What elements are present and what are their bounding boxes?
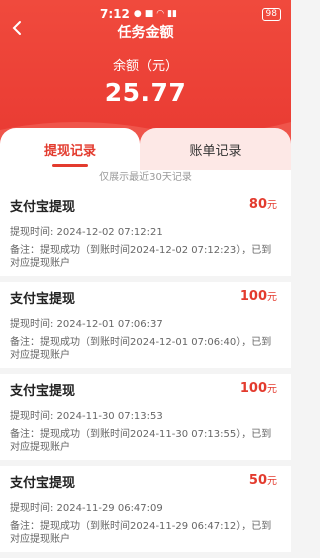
page-title: 任务金额 — [117, 25, 174, 41]
record-amount: 80元 — [248, 197, 277, 212]
notice-text: 仅展示最近30天记录 — [0, 170, 291, 190]
tab-label: 账单记录 — [189, 143, 242, 159]
battery-indicator: 98 — [261, 7, 281, 21]
record-note: 备注：提现成功（到账时间2024-12-02 07:12:23），已到对应提现账… — [10, 245, 272, 269]
record-title: 支付宝提现 — [10, 476, 76, 491]
record-note: 备注：提现成功（到账时间2024-12-01 07:06:40），已到对应提现账… — [10, 337, 272, 361]
app-icon: ■ — [144, 9, 154, 19]
list-item[interactable]: 支付宝提现 80元 提现时间: 2024-12-02 07:12:21 备注：提… — [0, 190, 291, 276]
balance-label: 余额（元） — [112, 59, 178, 74]
record-amount: 100元 — [239, 289, 277, 304]
list-item[interactable]: 支付宝提现 100元 提现时间: 2024-11-30 07:13:53 备注：… — [0, 374, 291, 460]
record-note: 备注：提现成功（到账时间2024-11-29 06:47:12），已到对应提现账… — [10, 521, 272, 545]
record-note: 备注：提现成功（到账时间2024-11-30 07:13:55），已到对应提现账… — [10, 429, 272, 453]
tab-bar: 账单记录 提现记录 — [0, 128, 291, 170]
balance-amount: 25.77 — [104, 78, 187, 107]
list-item[interactable]: 支付宝提现 50元 提现时间: 2024-11-29 06:47:09 备注：提… — [0, 466, 291, 552]
tab-bill-records[interactable]: 账单记录 — [140, 128, 291, 170]
list-item[interactable]: 支付宝提现 100元 提现时间: 2024-12-01 07:06:37 备注：… — [0, 282, 291, 368]
status-bar: 7:12 ● ■ ◠ ▮▮ 98 — [100, 6, 281, 22]
status-icons: ● ■ ◠ ▮▮ — [134, 9, 177, 19]
signal-icon: ▮▮ — [167, 9, 177, 19]
record-time: 提现时间: 2024-12-01 07:06:37 — [10, 319, 163, 330]
active-tab-indicator — [52, 164, 88, 167]
status-time: 7:12 — [100, 7, 130, 21]
tab-label: 提现记录 — [43, 143, 96, 159]
notification-icon: ● — [133, 9, 142, 19]
record-time: 提现时间: 2024-11-29 06:47:09 — [10, 503, 163, 514]
record-time: 提现时间: 2024-11-30 07:13:53 — [10, 411, 163, 422]
record-amount: 100元 — [239, 381, 277, 396]
record-time: 提现时间: 2024-12-02 07:12:21 — [10, 227, 163, 238]
record-list: 支付宝提现 80元 提现时间: 2024-12-02 07:12:21 备注：提… — [0, 190, 291, 558]
wifi-icon: ◠ — [156, 9, 165, 19]
record-amount: 50元 — [248, 473, 277, 488]
record-title: 支付宝提现 — [10, 200, 76, 215]
